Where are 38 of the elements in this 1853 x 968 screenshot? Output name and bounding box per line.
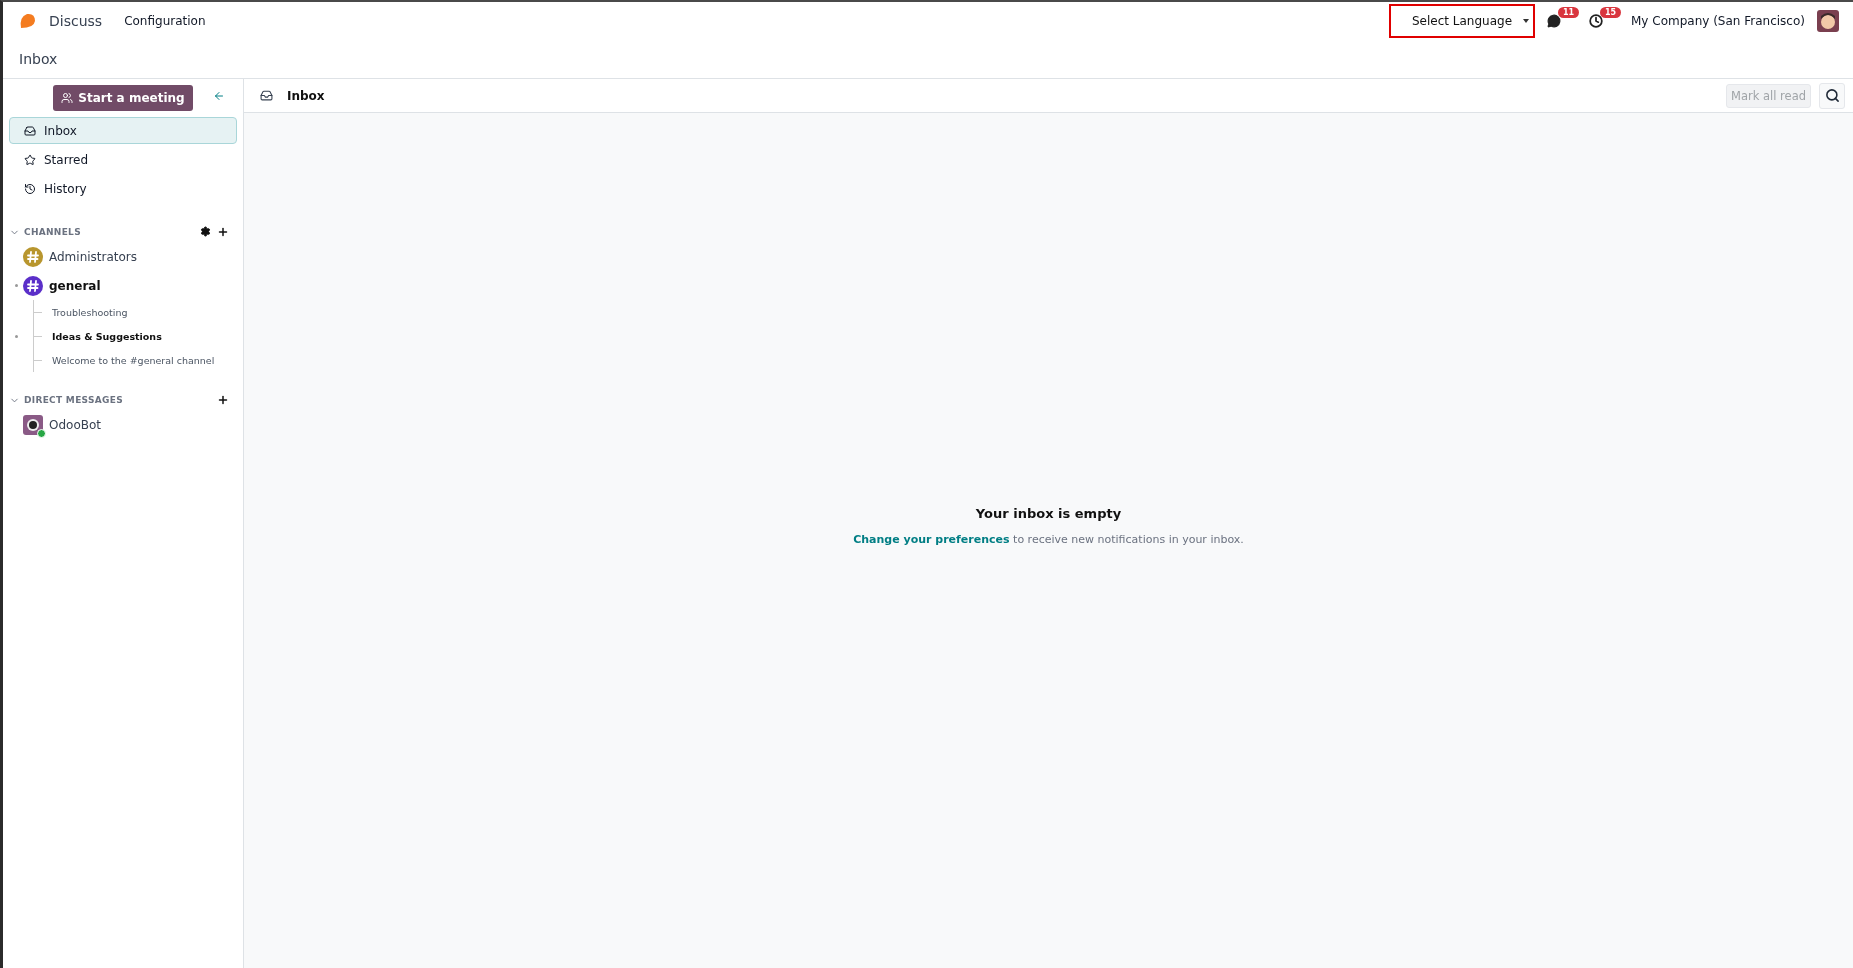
history-icon [24, 182, 36, 195]
app-name[interactable]: Discuss [49, 13, 103, 29]
activity-count: 15 [1600, 7, 1622, 18]
thread-item[interactable]: Welcome to the #general channel [52, 354, 215, 366]
people-icon [61, 92, 74, 104]
language-select[interactable]: Select Language [1389, 4, 1535, 38]
section-title[interactable]: CHANNELS [24, 227, 81, 237]
section-title[interactable]: DIRECT MESSAGES [24, 395, 123, 405]
star-icon [24, 153, 36, 166]
mailbox-item[interactable]: Starred [9, 146, 237, 173]
inbox-icon [24, 124, 36, 137]
add-icon[interactable] [217, 394, 229, 406]
mailbox-item[interactable]: History [9, 175, 237, 202]
preferences-link[interactable]: Change your preferences [853, 532, 1010, 546]
inbox-icon [260, 89, 273, 102]
clock-icon[interactable] [1589, 14, 1603, 28]
add-icon[interactable] [217, 226, 229, 238]
settings-icon[interactable] [200, 226, 211, 237]
user-avatar[interactable] [1817, 10, 1839, 32]
bot-avatar [23, 414, 43, 435]
empty-message: Change your preferences to receive new notifications in your inbox. [853, 532, 1244, 546]
search-button[interactable] [1819, 82, 1845, 109]
message-count: 11 [1558, 7, 1580, 18]
company-name[interactable]: My Company (San Francisco) [1631, 14, 1805, 28]
mailbox-item[interactable]: Inbox [9, 117, 237, 144]
channel-item[interactable]: Administrators [9, 242, 237, 271]
channel-item[interactable]: general [9, 271, 237, 300]
thread-item[interactable]: Troubleshooting [52, 306, 128, 318]
direct-message-item[interactable]: OdooBot [9, 410, 237, 439]
toolbar-title: Inbox [287, 88, 325, 103]
back-arrow-icon[interactable] [213, 90, 225, 102]
empty-title: Your inbox is empty [975, 505, 1122, 521]
search-icon [1824, 88, 1840, 103]
thread-item[interactable]: Ideas & Suggestions [52, 330, 162, 342]
chat-icon[interactable] [1547, 14, 1561, 28]
start-meeting-button[interactable]: Start a meeting [53, 85, 193, 111]
menu-item[interactable]: Configuration [124, 14, 206, 28]
unread-dot [15, 334, 18, 338]
